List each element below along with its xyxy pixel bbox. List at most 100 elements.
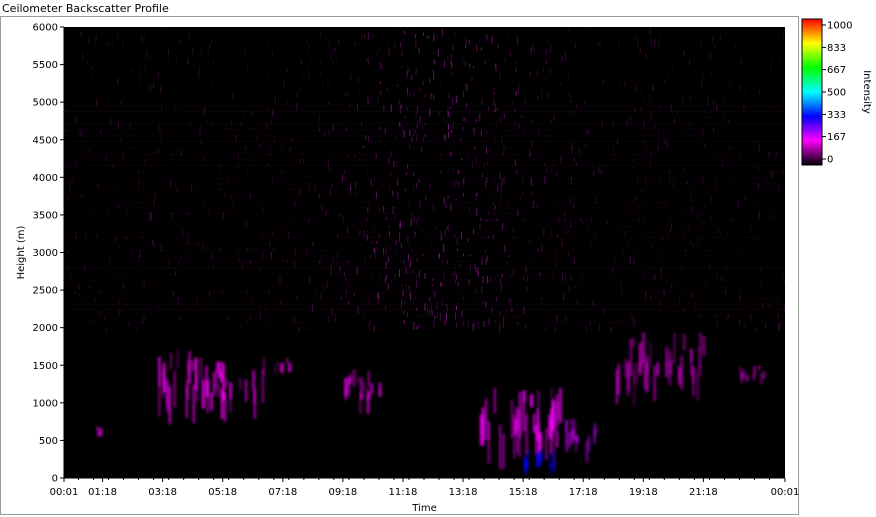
heatmap-noise-speck xyxy=(495,63,496,69)
heatmap-noise-speck xyxy=(534,47,536,55)
heatmap-noise-speck xyxy=(493,208,495,216)
heatmap-noise-speck xyxy=(674,119,675,124)
heatmap-noise-speck xyxy=(691,206,693,214)
heatmap-noise-speck xyxy=(94,39,96,48)
heatmap-noise-speck xyxy=(554,322,556,328)
heatmap-noise-speck xyxy=(486,161,488,164)
heatmap-noise-speck xyxy=(127,211,128,219)
heatmap-noise-speck xyxy=(443,134,445,140)
heatmap-noise-speck xyxy=(332,58,334,66)
heatmap-noise-speck xyxy=(657,145,659,153)
heatmap-noise-speck xyxy=(334,47,336,52)
heatmap-noise-speck xyxy=(727,229,729,237)
heatmap-noise-speck xyxy=(570,99,572,103)
heatmap-noise-speck xyxy=(408,254,410,261)
heatmap-noise-speck xyxy=(574,42,576,50)
heatmap-noise-speck xyxy=(713,128,714,134)
heatmap-noise-speck xyxy=(518,82,520,88)
heatmap-noise-speck xyxy=(482,174,483,177)
heatmap-feature-streak xyxy=(683,333,686,351)
heatmap-noise-speck xyxy=(97,184,99,189)
heatmap-noise-speck xyxy=(557,234,559,237)
heatmap-noise-speck xyxy=(326,281,328,289)
heatmap-noise-speck xyxy=(336,54,338,61)
heatmap-noise-speck xyxy=(638,203,640,211)
heatmap-feature-streak xyxy=(263,357,265,376)
colorbar-tick-label: 333 xyxy=(827,110,846,121)
heatmap-noise-speck xyxy=(179,316,181,321)
heatmap-noise-speck xyxy=(499,311,501,315)
heatmap-noise-speck xyxy=(91,76,93,79)
heatmap-noise-speck xyxy=(601,121,603,129)
heatmap-feature-streak xyxy=(653,366,657,402)
heatmap-feature-streak xyxy=(484,416,487,441)
heatmap-noise-speck xyxy=(442,28,444,34)
heatmap-noise-speck xyxy=(408,67,410,72)
heatmap-noise-speck xyxy=(699,312,701,318)
heatmap-noise-speck xyxy=(222,38,224,43)
heatmap-noise-speck xyxy=(567,72,569,79)
heatmap-noise-speck xyxy=(296,192,298,196)
heatmap-feature-streak xyxy=(575,435,578,452)
heatmap-noise-speck xyxy=(397,84,399,87)
heatmap-noise-speck xyxy=(105,154,107,162)
heatmap-noise-speck xyxy=(119,276,121,279)
heatmap-noise-speck xyxy=(429,184,431,190)
heatmap-noise-speck xyxy=(110,118,112,126)
heatmap-noise-speck xyxy=(167,49,169,56)
heatmap-noise-speck xyxy=(482,300,484,304)
heatmap-band xyxy=(64,225,785,227)
heatmap-noise-speck xyxy=(227,208,229,211)
heatmap-noise-speck xyxy=(475,154,477,163)
heatmap-noise-speck xyxy=(380,62,382,69)
heatmap-feature-streak xyxy=(762,371,766,379)
heatmap-noise-speck xyxy=(683,288,685,291)
heatmap-noise-speck xyxy=(666,69,668,77)
heatmap-noise-speck xyxy=(422,80,424,85)
heatmap-noise-speck xyxy=(383,205,385,212)
heatmap-noise-speck xyxy=(664,197,666,205)
heatmap-noise-speck xyxy=(220,185,222,190)
heatmap-noise-speck xyxy=(444,134,446,141)
heatmap-noise-speck xyxy=(416,219,418,226)
x-axis-title: Time xyxy=(411,503,436,514)
heatmap-noise-speck xyxy=(296,102,298,111)
heatmap-feature-streak xyxy=(168,386,172,425)
heatmap-noise-speck xyxy=(124,173,126,176)
heatmap-noise-speck xyxy=(626,119,628,126)
heatmap-noise-speck xyxy=(452,168,454,172)
heatmap-feature-streak xyxy=(703,336,705,356)
heatmap-feature-streak xyxy=(690,348,693,363)
heatmap-noise-speck xyxy=(350,73,352,81)
heatmap-noise-speck xyxy=(451,271,453,279)
heatmap-noise-speck xyxy=(641,190,642,193)
heatmap-feature-streak xyxy=(173,371,176,408)
heatmap-noise-speck xyxy=(555,248,557,254)
heatmap-noise-speck xyxy=(516,170,518,175)
heatmap-noise-speck xyxy=(331,184,333,188)
heatmap-noise-speck xyxy=(590,241,592,249)
heatmap-noise-speck xyxy=(260,313,262,321)
heatmap-noise-speck xyxy=(223,193,225,198)
heatmap-noise-speck xyxy=(712,36,714,44)
heatmap-noise-speck xyxy=(117,184,119,188)
heatmap-noise-speck xyxy=(401,49,403,57)
heatmap-noise-speck xyxy=(731,215,733,222)
heatmap-noise-speck xyxy=(469,63,471,68)
heatmap-noise-speck xyxy=(64,109,66,112)
y-tick-label: 5500 xyxy=(33,60,58,71)
heatmap-noise-speck xyxy=(472,48,474,52)
heatmap-noise-speck xyxy=(357,104,358,111)
heatmap-noise-speck xyxy=(469,206,470,212)
heatmap-noise-speck xyxy=(456,322,457,329)
heatmap-noise-speck xyxy=(443,271,445,280)
heatmap-noise-speck xyxy=(149,55,151,60)
heatmap-band xyxy=(64,111,785,113)
heatmap-feature-streak xyxy=(276,362,279,366)
heatmap-noise-speck xyxy=(433,323,435,328)
heatmap-noise-speck xyxy=(376,241,377,244)
heatmap-noise-speck xyxy=(192,61,194,66)
heatmap-noise-speck xyxy=(223,211,225,220)
heatmap-noise-speck xyxy=(347,260,349,265)
heatmap-noise-speck xyxy=(310,60,311,64)
